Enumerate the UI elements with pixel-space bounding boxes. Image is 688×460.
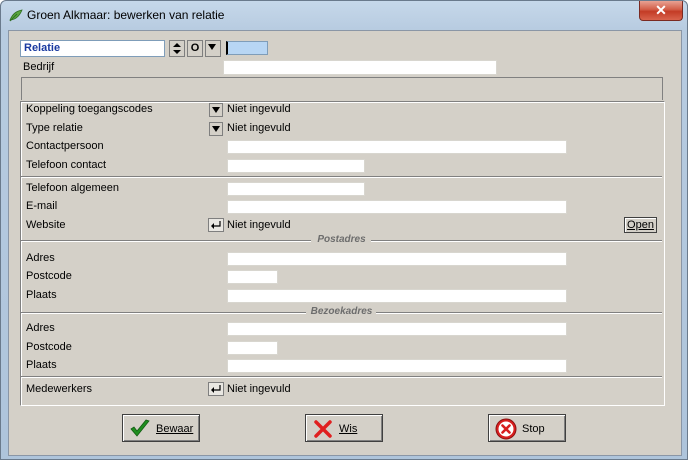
telefoon-algemeen-input[interactable] (227, 182, 365, 196)
bezoekadres-postcode-input[interactable] (227, 341, 278, 355)
telefoon-contact-label: Telefoon contact (26, 159, 107, 171)
relatie-dropdown-button[interactable] (205, 40, 221, 57)
email-input[interactable] (227, 200, 567, 214)
window-close-button[interactable]: ✕ (639, 1, 683, 21)
wis-button[interactable]: Wis (305, 414, 383, 442)
bezoekadres-plaats-input[interactable] (227, 359, 567, 373)
medewerkers-value: Niet ingevuld (227, 383, 291, 395)
website-edit-button[interactable] (208, 218, 224, 232)
postadres-adres-label: Adres (26, 252, 55, 264)
medewerkers-edit-button[interactable] (208, 382, 224, 396)
checkmark-icon (130, 419, 150, 437)
type-relatie-label: Type relatie (26, 122, 83, 134)
postadres-postcode-label: Postcode (26, 270, 72, 282)
bedrijf-input[interactable] (223, 60, 497, 75)
koppeling-dropdown-button[interactable] (209, 103, 223, 117)
cross-icon (314, 420, 332, 438)
wis-label: Wis (339, 423, 358, 435)
medewerkers-label: Medewerkers (26, 383, 93, 395)
postadres-plaats-label: Plaats (26, 289, 57, 301)
divider (21, 176, 662, 178)
relatie-field[interactable]: Relatie (20, 40, 165, 57)
stop-button[interactable]: Stop (488, 414, 566, 442)
postadres-adres-input[interactable] (227, 252, 567, 266)
spin-up-down-icon (173, 43, 181, 54)
website-value: Niet ingevuld (227, 219, 291, 231)
postadres-section-header: Postadres (21, 234, 662, 246)
bezoekadres-plaats-label: Plaats (26, 359, 57, 371)
form-panel: Koppeling toegangscodes Niet ingevuld Ty… (20, 101, 665, 406)
email-label: E-mail (26, 200, 58, 212)
record-spin-button[interactable] (169, 40, 185, 57)
window-title: Groen Alkmaar: bewerken van relatie (27, 8, 225, 22)
telefoon-contact-input[interactable] (227, 159, 365, 173)
close-icon: ✕ (655, 2, 667, 18)
selected-record-field[interactable] (226, 41, 268, 55)
stop-label: Stop (522, 423, 545, 435)
type-relatie-dropdown-button[interactable] (209, 122, 223, 136)
tab-frame (21, 77, 663, 100)
o-button-label: O (190, 42, 200, 54)
bezoekadres-postcode-label: Postcode (26, 341, 72, 353)
open-website-button[interactable]: Open (624, 217, 657, 233)
bewaar-button[interactable]: Bewaar (122, 414, 200, 442)
koppeling-value: Niet ingevuld (227, 103, 291, 115)
relatie-value: Relatie (24, 42, 61, 54)
dialog-window: Groen Alkmaar: bewerken van relatie ✕ Re… (0, 0, 688, 460)
o-button[interactable]: O (187, 40, 203, 57)
contactpersoon-input[interactable] (227, 140, 567, 154)
bezoekadres-adres-label: Adres (26, 322, 55, 334)
open-button-label: Open (627, 219, 654, 231)
bedrijf-label: Bedrijf (23, 61, 55, 73)
type-relatie-value: Niet ingevuld (227, 122, 291, 134)
bewaar-label: Bewaar (156, 423, 194, 435)
postadres-postcode-input[interactable] (227, 270, 278, 284)
contactpersoon-label: Contactpersoon (26, 140, 104, 152)
telefoon-algemeen-label: Telefoon algemeen (26, 182, 119, 194)
website-label: Website (26, 219, 66, 231)
enter-arrow-icon (211, 385, 221, 393)
title-bar[interactable]: Groen Alkmaar: bewerken van relatie ✕ (1, 1, 687, 29)
bezoekadres-adres-input[interactable] (227, 322, 567, 336)
app-leaf-icon (9, 9, 23, 22)
stop-icon (495, 418, 517, 440)
divider (21, 376, 662, 378)
enter-arrow-icon (211, 221, 221, 229)
dialog-client: Relatie O Bedrijf Koppeling toegangscode… (8, 30, 682, 456)
bezoekadres-section-header: Bezoekadres (21, 306, 662, 318)
postadres-plaats-input[interactable] (227, 289, 567, 303)
koppeling-label: Koppeling toegangscodes (26, 103, 153, 115)
